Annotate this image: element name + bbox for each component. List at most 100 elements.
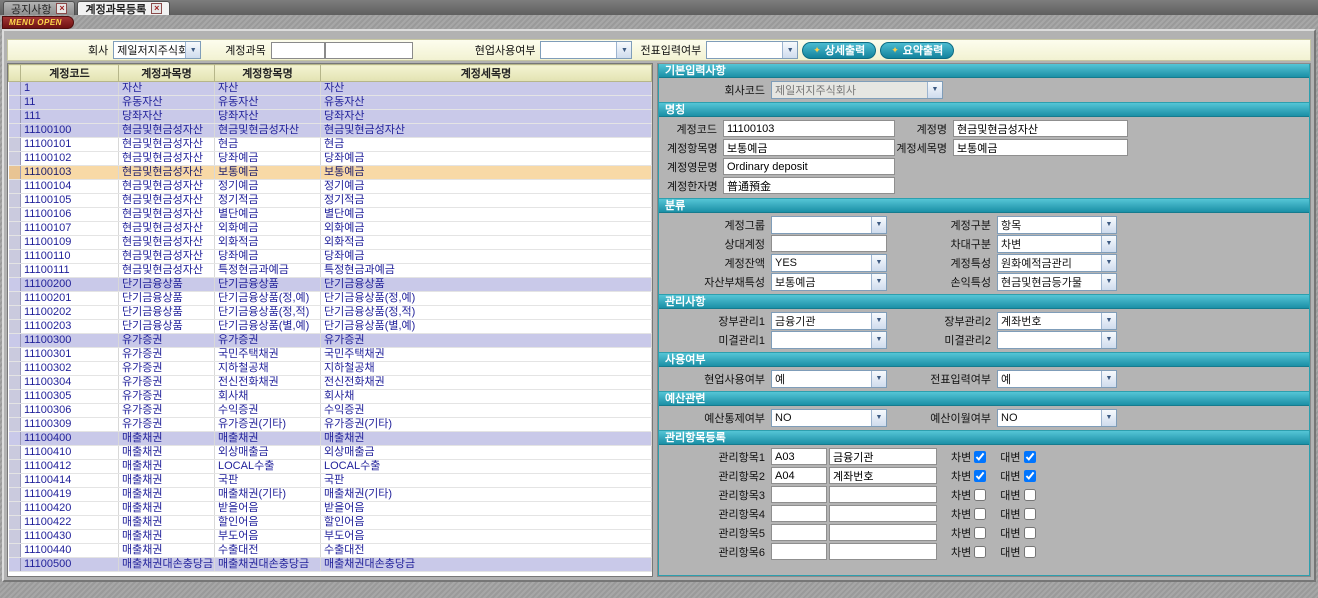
table-row[interactable]: 11100306유가증권수익증권수익증권 [9,404,652,418]
account-name-input[interactable] [953,120,1128,137]
account-detail-name-input[interactable] [953,139,1128,156]
ledger-mgmt2-select[interactable]: 계좌번호▼ [997,312,1117,330]
credit-checkbox[interactable] [1024,470,1036,482]
table-row[interactable]: 11100410매출채권외상매출금외상매출금 [9,446,652,460]
account-class-select[interactable]: 항목▼ [997,216,1117,234]
debit-checkbox[interactable] [974,508,986,520]
table-row[interactable]: 1자산자산자산 [9,82,652,96]
column-header-code[interactable]: 계정코드 [21,65,119,82]
table-row[interactable]: 11100203단기금융상품단기금융상품(별,예)단기금융상품(별,예) [9,320,652,334]
mgmt-item-name-input[interactable] [829,448,937,465]
table-row[interactable]: 11100202단기금융상품단기금융상품(정,적)단기금융상품(정,적) [9,306,652,320]
biz-use-filter-select[interactable]: ▼ [540,41,632,59]
mgmt-item-code-input[interactable] [771,467,827,484]
close-icon[interactable]: × [56,3,67,14]
table-row[interactable]: 11100419매출채권매출채권(기타)매출채권(기타) [9,488,652,502]
asset-liability-trait-select[interactable]: 보통예금▼ [771,273,887,291]
table-row[interactable]: 111당좌자산당좌자산당좌자산 [9,110,652,124]
column-header-item[interactable]: 계정항목명 [215,65,321,82]
debit-checkbox[interactable] [974,527,986,539]
table-row[interactable]: 11100305유가증권회사채회사채 [9,390,652,404]
table-row[interactable]: 11100440매출채권수출대전수출대전 [9,544,652,558]
mgmt-item-code-input[interactable] [771,543,827,560]
table-row[interactable]: 11100301유가증권국민주택채권국민주택채권 [9,348,652,362]
account-balance-select[interactable]: YES▼ [771,254,887,272]
table-row[interactable]: 11100104현금및현금성자산정기예금정기예금 [9,180,652,194]
table-row[interactable]: 11100103현금및현금성자산보통예금보통예금 [9,166,652,180]
table-row[interactable]: 11100200단기금융상품단기금융상품단기금융상품 [9,278,652,292]
table-row[interactable]: 11100110현금및현금성자산당좌예금당좌예금 [9,250,652,264]
account-name-filter-input[interactable] [325,42,413,59]
account-code-input[interactable] [723,120,895,137]
table-row[interactable]: 11100101현금및현금성자산현금현금 [9,138,652,152]
mgmt-item-name-input[interactable] [829,505,937,522]
tab-notice[interactable]: 공지사항 × [3,1,75,15]
table-row[interactable]: 11100422매출채권할인어음할인어음 [9,516,652,530]
table-row[interactable]: 11유동자산유동자산유동자산 [9,96,652,110]
table-row[interactable]: 11100400매출채권매출채권매출채권 [9,432,652,446]
debit-checkbox[interactable] [974,470,986,482]
table-row[interactable]: 11100412매출채권LOCAL수출LOCAL수출 [9,460,652,474]
pending-mgmt1-select[interactable]: ▼ [771,331,887,349]
table-row[interactable]: 11100111현금및현금성자산특정현금과예금특정현금과예금 [9,264,652,278]
table-row[interactable]: 11100309유가증권유가증권(기타)유가증권(기타) [9,418,652,432]
table-row[interactable]: 11100106현금및현금성자산별단예금별단예금 [9,208,652,222]
table-row[interactable]: 11100430매출채권부도어음부도어음 [9,530,652,544]
credit-checkbox[interactable] [1024,451,1036,463]
table-row[interactable]: 11100500매출채권대손충당금매출채권대손충당금매출채권대손충당금 [9,558,652,572]
mgmt-item-code-input[interactable] [771,505,827,522]
column-header-detail[interactable]: 계정세목명 [321,65,652,82]
table-row[interactable]: 11100420매출채권받을어음받을어음 [9,502,652,516]
table-row[interactable]: 11100100현금및현금성자산현금및현금성자산현금및현금성자산 [9,124,652,138]
debit-credit-class-select[interactable]: 차변▼ [997,235,1117,253]
debit-checkbox[interactable] [974,451,986,463]
table-row[interactable]: 11100107현금및현금성자산외화예금외화예금 [9,222,652,236]
credit-checkbox[interactable] [1024,508,1036,520]
credit-checkbox[interactable] [1024,489,1036,501]
table-row[interactable]: 11100414매출채권국판국판 [9,474,652,488]
pending-mgmt2-select[interactable]: ▼ [997,331,1117,349]
company-select[interactable]: 제일저지주식회사 ▼ [113,41,201,59]
column-header-subject[interactable]: 계정과목명 [119,65,215,82]
mgmt-item-code-input[interactable] [771,448,827,465]
close-icon[interactable]: × [151,3,162,14]
account-item-name-input[interactable] [723,139,895,156]
table-row[interactable]: 11100109현금및현금성자산외화적금외화적금 [9,236,652,250]
biz-use-select[interactable]: 예▼ [771,370,887,388]
mgmt-item-name-input[interactable] [829,486,937,503]
profit-loss-trait-select[interactable]: 현금및현금등가물▼ [997,273,1117,291]
summary-print-button[interactable]: ✦ 요약출력 [880,42,954,59]
mgmt-item-name-input[interactable] [829,543,937,560]
detail-print-button[interactable]: ✦ 상세출력 [802,42,876,59]
slip-entry-filter-select[interactable]: ▼ [706,41,798,59]
grid-cell: 11100419 [21,488,119,502]
account-group-select[interactable]: ▼ [771,216,887,234]
ledger-mgmt1-select[interactable]: 금융기관▼ [771,312,887,330]
slip-entry-select[interactable]: 예▼ [997,370,1117,388]
account-english-name-input[interactable] [723,158,895,175]
budget-carryover-select[interactable]: NO▼ [997,409,1117,427]
budget-control-select[interactable]: NO▼ [771,409,887,427]
mgmt-item-code-input[interactable] [771,524,827,541]
table-row[interactable]: 11100300유가증권유가증권유가증권 [9,334,652,348]
account-chinese-name-input[interactable] [723,177,895,194]
account-trait-select[interactable]: 원화예적금관리▼ [997,254,1117,272]
counter-account-input[interactable] [771,235,887,252]
table-row[interactable]: 11100302유가증권지하철공채지하철공채 [9,362,652,376]
mgmt-item-name-input[interactable] [829,467,937,484]
grid-cell: 받을어음 [215,502,321,516]
company-code-select[interactable]: 제일저지주식회사 ▼ [771,81,943,99]
debit-checkbox[interactable] [974,489,986,501]
table-row[interactable]: 11100201단기금융상품단기금융상품(정,예)단기금융상품(정,예) [9,292,652,306]
account-code-filter-input[interactable] [271,42,325,59]
debit-checkbox[interactable] [974,546,986,558]
table-row[interactable]: 11100105현금및현금성자산정기적금정기적금 [9,194,652,208]
mgmt-item-name-input[interactable] [829,524,937,541]
tab-account-registration[interactable]: 계정과목등록 × [77,1,170,15]
table-row[interactable]: 11100304유가증권전신전화채권전신전화채권 [9,376,652,390]
mgmt-item-code-input[interactable] [771,486,827,503]
table-row[interactable]: 11100102현금및현금성자산당좌예금당좌예금 [9,152,652,166]
credit-checkbox[interactable] [1024,546,1036,558]
credit-checkbox[interactable] [1024,527,1036,539]
menu-open-button[interactable]: MENU OPEN [2,16,74,29]
